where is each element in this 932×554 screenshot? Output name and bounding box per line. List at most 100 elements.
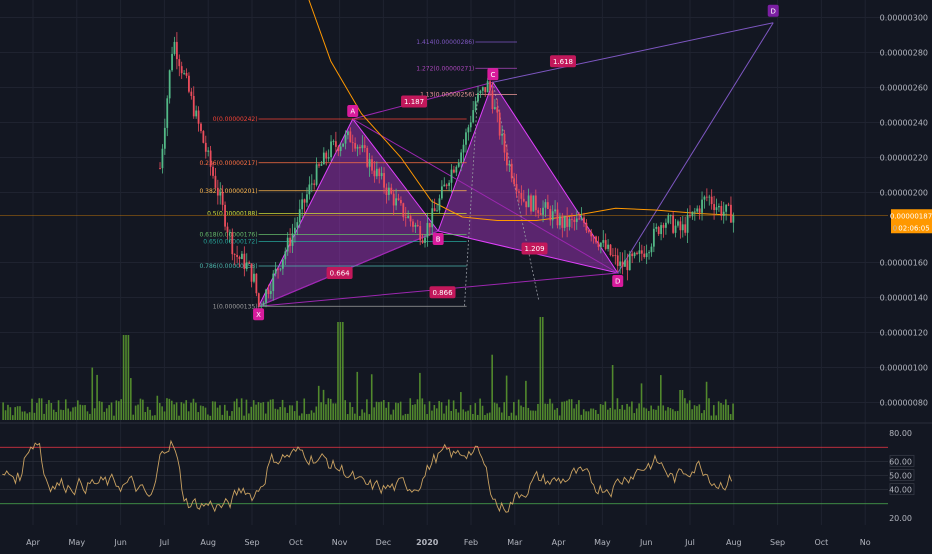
ratio-label[interactable]: 1.209 — [521, 242, 548, 255]
volume-bar — [45, 403, 48, 420]
candle-body — [614, 255, 617, 257]
candle-body — [518, 191, 520, 193]
candle-body — [453, 169, 455, 173]
ratio-label-text: 0.664 — [330, 270, 351, 278]
volume-bar — [440, 402, 443, 420]
candle-body — [347, 131, 349, 136]
volume-bar — [89, 413, 91, 420]
volume-bar — [672, 409, 674, 420]
volume-bar — [443, 413, 445, 420]
ratio-label-text: 0.866 — [433, 289, 454, 297]
candle-body — [559, 216, 561, 226]
volume-bar — [69, 411, 72, 420]
rsi-tick-label: 20.00 — [889, 514, 912, 523]
volume-bar — [467, 410, 469, 420]
candle-body — [730, 204, 732, 223]
candle-body — [501, 133, 503, 136]
ratio-label[interactable]: 1.187 — [401, 95, 428, 108]
candle-body — [257, 293, 260, 307]
ratio-label-text: 1.209 — [524, 245, 544, 253]
volume-bar — [144, 412, 147, 420]
volume-bar — [303, 398, 306, 420]
volume-bar — [31, 398, 33, 420]
volume-bar — [236, 398, 238, 420]
candle-body — [279, 268, 282, 270]
point-label-c[interactable]: C — [487, 68, 499, 81]
candle-body — [371, 159, 373, 171]
candle-body — [171, 53, 173, 71]
candle-body — [424, 237, 426, 243]
point-label-d[interactable]: D — [612, 275, 624, 287]
candle-body — [185, 72, 188, 76]
candle-body — [265, 289, 267, 303]
candle-body — [631, 253, 634, 257]
candle-body — [696, 208, 699, 212]
volume-bar — [226, 410, 228, 420]
volume-bar — [566, 400, 568, 420]
volume-bar — [81, 405, 84, 420]
volume-bar — [423, 404, 426, 420]
volume-bar — [28, 412, 31, 420]
volume-bar — [532, 410, 534, 420]
volume-bar — [351, 407, 354, 420]
candle-body — [298, 209, 301, 223]
volume-bar — [392, 409, 395, 420]
volume-bar — [455, 409, 457, 420]
time-tick-label: Sep — [770, 538, 785, 547]
point-label-a[interactable]: A — [347, 105, 359, 117]
candle-body — [532, 195, 535, 212]
ratio-label[interactable]: 0.664 — [326, 267, 353, 279]
candle-body — [262, 302, 265, 306]
ratio-label[interactable]: 1.618 — [549, 55, 576, 68]
chart-background — [0, 0, 932, 550]
volume-bar — [284, 407, 286, 420]
candle-body — [722, 211, 725, 216]
volume-bar — [293, 411, 296, 420]
candle-body — [469, 122, 472, 128]
candle-body — [183, 72, 186, 74]
candle-body — [669, 215, 672, 217]
price-chart[interactable]: 0(0.00000242) 0.236(0.00000217) 0.382(0.00… — [0, 0, 932, 550]
countdown-text: 02:06:05 — [898, 224, 929, 232]
volume-bar — [370, 374, 373, 420]
rsi-tick-label: 50.00 — [889, 472, 912, 481]
volume-bar — [710, 415, 713, 420]
volume-bar — [503, 402, 506, 420]
volume-bar — [110, 402, 113, 420]
volume-bar — [575, 404, 578, 420]
candle-body — [260, 305, 263, 307]
point-label-x-text: X — [256, 311, 261, 319]
volume-bar — [289, 405, 291, 420]
volume-bar — [717, 401, 720, 420]
candle-body — [460, 152, 463, 163]
price-tick-label: 0.00000220 — [880, 154, 928, 163]
volume-bar — [375, 401, 378, 420]
candle-body — [493, 107, 496, 109]
volume-bar — [621, 404, 624, 420]
volume-bar — [599, 404, 602, 420]
volume-bar — [308, 413, 310, 420]
candle-body — [486, 81, 489, 93]
volume-bar — [387, 402, 390, 420]
candle-body — [462, 144, 465, 153]
candle-body — [645, 253, 648, 258]
volume-bar — [529, 410, 532, 420]
volume-bar — [296, 400, 298, 420]
point-label-x[interactable]: X — [253, 308, 265, 321]
candle-body — [301, 199, 304, 210]
projection-label-d[interactable]: D — [767, 4, 779, 17]
volume-bar — [382, 400, 385, 420]
volume-bar — [587, 411, 590, 420]
volume-bar — [105, 408, 108, 420]
volume-bar — [662, 405, 665, 420]
volume-bar — [479, 398, 481, 420]
volume-bar — [161, 406, 163, 420]
candle-body — [657, 227, 660, 235]
point-label-d-text: D — [615, 278, 620, 286]
candle-body — [241, 253, 243, 259]
point-label-b[interactable]: B — [432, 233, 444, 245]
volume-bar — [411, 404, 414, 420]
volume-bar — [698, 404, 701, 420]
ratio-label[interactable]: 0.866 — [429, 286, 456, 299]
candle-body — [599, 242, 602, 247]
